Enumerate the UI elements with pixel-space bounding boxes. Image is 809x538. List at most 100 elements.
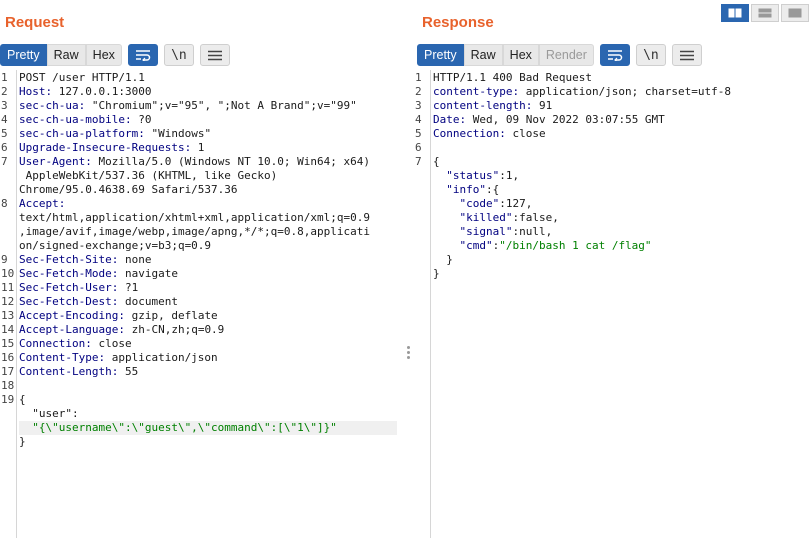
line-number: 11 xyxy=(1,281,15,294)
single-icon xyxy=(788,8,802,18)
header-key: content-length: xyxy=(433,99,533,112)
wrap-icon xyxy=(607,50,623,61)
response-wrap-button[interactable] xyxy=(599,44,630,66)
line-number: 9 xyxy=(1,253,8,266)
header-value: gzip, deflate xyxy=(124,309,218,322)
request-tab-raw[interactable]: Raw xyxy=(46,44,86,66)
request-code-line: 19 { xyxy=(0,393,404,407)
code-text: Accept-Encoding: gzip, deflate xyxy=(19,309,218,323)
request-code-line: 10 Sec-Fetch-Mode: navigate xyxy=(0,267,404,281)
header-value: HTTP/1.1 400 Bad Request xyxy=(433,71,592,84)
layout-single-button[interactable] xyxy=(781,4,809,22)
header-value: 55 xyxy=(118,365,139,378)
request-code-line: Chrome/95.0.4638.69 Safari/537.36 xyxy=(0,183,404,197)
code-text: Date: Wed, 09 Nov 2022 03:07:55 GMT xyxy=(433,113,665,127)
header-key: Connection: xyxy=(433,127,506,140)
code-text: Accept: xyxy=(19,197,65,211)
request-tab-hex[interactable]: Hex xyxy=(85,44,122,66)
menu-icon xyxy=(679,50,694,60)
line-number: 7 xyxy=(415,155,422,168)
code-text: Upgrade-Insecure-Requests: 1 xyxy=(19,141,204,155)
request-code-line: ,image/avif,image/webp,image/apng,*/*;q=… xyxy=(0,225,404,239)
code-text: Content-Type: application/json xyxy=(19,351,218,365)
code-text: sec-ch-ua-mobile: ?0 xyxy=(19,113,151,127)
request-code-line: "user": xyxy=(0,407,404,421)
line-number: 16 xyxy=(1,351,15,364)
header-value: 127.0.0.1:3000 xyxy=(52,85,152,98)
header-key: Sec-Fetch-Site: xyxy=(19,253,119,266)
layout-rows-button[interactable] xyxy=(751,4,779,22)
line-number: 8 xyxy=(1,197,8,210)
request-newline-button[interactable]: \n xyxy=(163,44,194,66)
response-menu-button[interactable] xyxy=(671,44,702,66)
header-value: AppleWebKit/537.36 (KHTML, like Gecko) xyxy=(19,169,278,182)
request-code-line: 11 Sec-Fetch-User: ?1 xyxy=(0,281,404,295)
request-code-line: 8 Accept: xyxy=(0,197,404,211)
request-code-line: "{\"username\":\"guest\",\"command\":[\"… xyxy=(0,421,404,435)
line-number: 3 xyxy=(415,99,422,112)
header-value: close xyxy=(91,337,132,350)
request-code-line: 17 Content-Length: 55 xyxy=(0,365,404,379)
code-text: } xyxy=(433,253,453,267)
header-key: Accept-Language: xyxy=(19,323,125,336)
request-pane: Request Pretty Raw Hex \n 1 POST /user HT… xyxy=(0,0,404,538)
header-value: text/html,application/xhtml+xml,applicat… xyxy=(19,211,370,224)
header-key: Sec-Fetch-Dest: xyxy=(19,295,119,308)
response-code-line: "cmd":"/bin/bash 1 cat /flag" xyxy=(414,239,809,253)
code-text: Sec-Fetch-User: ?1 xyxy=(19,281,138,295)
layout-split-button[interactable] xyxy=(721,4,749,22)
columns-icon xyxy=(728,8,742,18)
request-code-line: 13 Accept-Encoding: gzip, deflate xyxy=(0,309,404,323)
response-tab-raw[interactable]: Raw xyxy=(463,44,503,66)
header-key: "code" xyxy=(433,197,500,210)
header-value: on/signed-exchange;v=b3;q=0.9 xyxy=(19,239,212,252)
line-number: 15 xyxy=(1,337,15,350)
header-key: Sec-Fetch-User: xyxy=(19,281,119,294)
header-key: "killed" xyxy=(433,211,513,224)
request-title: Request xyxy=(5,14,65,31)
response-newline-button[interactable]: \n xyxy=(635,44,666,66)
code-text: { xyxy=(19,393,26,407)
response-tab-render[interactable]: Render xyxy=(538,44,594,66)
line-number: 18 xyxy=(1,379,15,392)
line-number: 19 xyxy=(1,393,15,406)
request-editor[interactable]: 1 POST /user HTTP/1.1 2 Host: 127.0.0.1:300… xyxy=(0,70,404,538)
response-tabbar: Pretty Raw Hex Render \n xyxy=(417,44,702,66)
header-key: "status" xyxy=(433,169,500,182)
request-wrap-button[interactable] xyxy=(127,44,158,66)
header-value: :null, xyxy=(512,225,553,238)
header-value: application/json; charset=utf-8 xyxy=(519,85,732,98)
code-text: "{\"username\":\"guest\",\"command\":[\"… xyxy=(19,421,397,435)
rows-icon xyxy=(758,8,772,18)
response-code-line: 4 Date: Wed, 09 Nov 2022 03:07:55 GMT xyxy=(414,113,809,127)
header-value: ,image/avif,image/webp,image/apng,*/*;q=… xyxy=(19,225,370,238)
response-tab-hex[interactable]: Hex xyxy=(502,44,539,66)
header-key: Content-Type: xyxy=(19,351,106,364)
header-value: } xyxy=(19,435,26,448)
header-key: sec-ch-ua: xyxy=(19,99,86,112)
header-key: Accept: xyxy=(19,197,66,210)
header-key: Accept-Encoding: xyxy=(19,309,125,322)
code-text: ,image/avif,image/webp,image/apng,*/*;q=… xyxy=(19,225,370,239)
header-value: :127, xyxy=(499,197,533,210)
wrap-icon xyxy=(135,50,151,61)
header-value: "user": xyxy=(19,407,79,420)
code-text: Chrome/95.0.4638.69 Safari/537.36 xyxy=(19,183,238,197)
response-code-line: 7{ xyxy=(414,155,809,169)
request-menu-button[interactable] xyxy=(199,44,230,66)
request-code-line: 4 sec-ch-ua-mobile: ?0 xyxy=(0,113,404,127)
header-key: sec-ch-ua-platform: xyxy=(19,127,145,140)
response-pane: Response Pretty Raw Hex Render \n 1 HTTP/… xyxy=(414,0,809,538)
request-tab-pretty[interactable]: Pretty xyxy=(0,44,47,66)
response-editor[interactable]: 1 HTTP/1.1 400 Bad Request 2 content-type: … xyxy=(414,70,809,538)
request-code-line: 3 sec-ch-ua: "Chromium";v="95", ";Not A B… xyxy=(0,99,404,113)
response-tab-pretty[interactable]: Pretty xyxy=(417,44,464,66)
header-value: } xyxy=(433,267,440,280)
line-number: 17 xyxy=(1,365,15,378)
line-number: 2 xyxy=(1,85,8,98)
header-key: Connection: xyxy=(19,337,92,350)
response-code-line: 5 Connection: close xyxy=(414,127,809,141)
line-number: 5 xyxy=(1,127,8,140)
menu-icon xyxy=(207,50,222,60)
pane-splitter[interactable] xyxy=(407,346,411,361)
